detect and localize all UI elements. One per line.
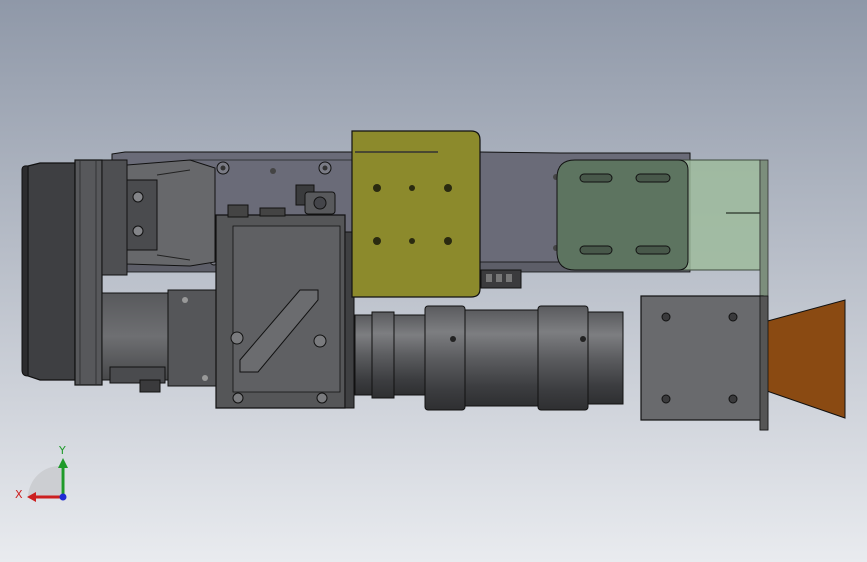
motor-flange <box>74 159 103 386</box>
camera-mount-plate <box>351 130 481 298</box>
assembly-drawing: Y X <box>15 130 846 502</box>
light-box <box>640 295 846 431</box>
slot <box>579 173 613 183</box>
camera-housing <box>215 204 355 409</box>
adjustment-plate <box>556 159 689 271</box>
cad-viewport[interactable]: Y X <box>0 0 867 562</box>
lens <box>354 305 624 411</box>
x-axis-label: X <box>15 488 23 501</box>
slot <box>635 245 671 255</box>
y-axis-label: Y <box>58 444 66 457</box>
horn <box>763 299 846 419</box>
coordinate-triad-icon: Y X <box>15 444 68 502</box>
upper-bracket <box>126 159 216 267</box>
slot <box>635 173 671 183</box>
slot <box>579 245 613 255</box>
connector-block <box>480 269 522 289</box>
gearbox <box>101 289 219 393</box>
